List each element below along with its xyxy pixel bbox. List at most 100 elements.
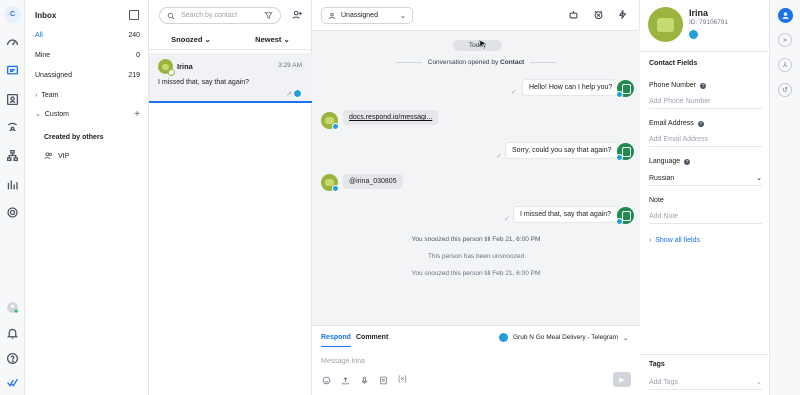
- tab-respond[interactable]: Respond: [321, 334, 351, 347]
- menu-item-mine[interactable]: Mine 0: [35, 48, 140, 62]
- merge-icon[interactable]: »: [778, 33, 792, 47]
- list-filters: Snoozed ⌄ Newest ⌄: [149, 30, 312, 50]
- workflow-icon[interactable]: ⅄: [778, 58, 792, 72]
- shortcuts-icon[interactable]: [617, 9, 628, 22]
- contact-avatar: [158, 59, 175, 76]
- search-box[interactable]: Search by contact: [159, 7, 281, 24]
- microphone-icon[interactable]: [360, 376, 369, 387]
- account-avatar[interactable]: C: [4, 6, 21, 23]
- contact-id: ID: 79106791: [689, 19, 729, 26]
- chat-header: Unassigned ⌄: [312, 0, 640, 31]
- message-thread: Today ➤ Conversation opened by Contact ✓…: [312, 31, 640, 325]
- help-icon[interactable]: ?: [684, 158, 691, 165]
- snippet-icon[interactable]: [379, 376, 388, 387]
- search-input[interactable]: Search by contact: [181, 12, 237, 19]
- telegram-icon: [332, 185, 339, 192]
- composer-toolbar: {×}: [322, 376, 407, 387]
- add-custom-icon[interactable]: +: [134, 109, 140, 120]
- help-icon[interactable]: ?: [700, 82, 707, 89]
- telegram-icon: [293, 89, 302, 98]
- note-field[interactable]: Add Note: [649, 209, 762, 224]
- language-select[interactable]: Russian ⌄: [649, 171, 762, 186]
- chat-icon[interactable]: [5, 63, 20, 78]
- send-button[interactable]: ▶: [613, 372, 631, 387]
- message-bubble-outgoing: I missed that, say that again?: [513, 206, 619, 223]
- menu-item-unassigned[interactable]: Unassigned 219: [35, 68, 140, 82]
- workflow-icon[interactable]: [5, 148, 20, 163]
- nav-rail: C: [0, 0, 25, 395]
- telegram-icon: [616, 154, 623, 161]
- chat-panel: Unassigned ⌄ Today ➤ Conversation opened…: [312, 0, 640, 395]
- chevron-down-icon: ⌄: [623, 334, 629, 342]
- right-rail: » ⅄ ↺: [770, 0, 800, 395]
- upload-icon[interactable]: [341, 376, 350, 387]
- contact-panel: Irina ID: 79106791 Contact Fields Phone …: [640, 0, 770, 395]
- user-icon: [329, 12, 335, 19]
- bell-icon[interactable]: [5, 326, 20, 341]
- assignee-dropdown[interactable]: Unassigned ⌄: [321, 7, 413, 24]
- settings-icon[interactable]: [5, 205, 20, 220]
- telegram-icon: [332, 123, 339, 130]
- channel-selector[interactable]: Grub N Go Meal Delivery - Telegram ⌄: [499, 333, 628, 342]
- add-contact-icon[interactable]: [292, 9, 303, 22]
- conversation-name: Irina: [177, 62, 193, 71]
- chevron-down-icon: ⌄: [35, 111, 41, 118]
- contact-card-icon[interactable]: [5, 92, 20, 107]
- menu-item-vip[interactable]: VIP: [44, 149, 140, 163]
- system-event: This person has been unsnoozed: [427, 253, 525, 260]
- conversation-time: 3:29 AM: [278, 62, 302, 69]
- variable-icon[interactable]: {×}: [398, 376, 407, 387]
- mouse-cursor-icon: ➤: [478, 38, 486, 48]
- conversation-item[interactable]: Irina 3:29 AM I missed that, say that ag…: [149, 53, 312, 103]
- phone-field[interactable]: Add Phone Number: [649, 94, 762, 109]
- status-filter-dropdown[interactable]: Snoozed ⌄: [171, 35, 211, 44]
- snooze-bot-icon[interactable]: [568, 9, 579, 22]
- conversation-opened-note: Conversation opened by Contact: [312, 59, 640, 66]
- chevron-down-icon: ⌄: [400, 12, 406, 20]
- dashboard-icon[interactable]: [5, 35, 20, 50]
- system-event: You snoozed this person till Feb 21, 6:0…: [411, 270, 541, 277]
- emoji-icon[interactable]: [322, 376, 331, 387]
- message-link[interactable]: docs.respond.io/messagi...: [343, 110, 439, 125]
- broadcast-icon[interactable]: [5, 120, 20, 135]
- contact-details-icon[interactable]: [778, 8, 793, 23]
- reports-icon[interactable]: [5, 177, 20, 192]
- help-icon[interactable]: [5, 351, 20, 366]
- brand-logo-icon: [5, 375, 20, 390]
- close-conversation-icon[interactable]: [593, 9, 604, 22]
- tab-comment[interactable]: Comment: [356, 334, 388, 341]
- chevron-down-icon: ⌄: [756, 175, 762, 182]
- delivered-check-icon: ✓: [504, 216, 510, 223]
- created-by-others-heading: Created by others: [44, 133, 104, 141]
- menu-item-custom[interactable]: ⌄ Custom +: [35, 107, 140, 121]
- filter-icon[interactable]: [264, 11, 273, 20]
- sort-dropdown[interactable]: Newest ⌄: [255, 35, 290, 44]
- snooze-badge-icon: [168, 69, 175, 76]
- telegram-icon: [616, 218, 623, 225]
- inbox-title: Inbox: [35, 11, 57, 20]
- collapse-panel-icon[interactable]: [129, 10, 139, 20]
- user-icon[interactable]: [5, 300, 20, 315]
- menu-item-team[interactable]: › Team: [35, 88, 140, 102]
- delivered-check-icon: ✓: [511, 89, 517, 96]
- telegram-icon: [616, 91, 623, 98]
- email-label: Email Address?: [649, 120, 704, 127]
- show-all-fields-link[interactable]: › Show all fields: [649, 237, 700, 244]
- history-icon[interactable]: ↺: [778, 83, 792, 97]
- system-event: You snoozed this person till Feb 21, 6:0…: [411, 236, 541, 243]
- menu-item-all[interactable]: All 240: [35, 28, 140, 42]
- contact-avatar-large: [648, 7, 683, 42]
- conversation-list: Search by contact Snoozed ⌄ Newest ⌄ Iri…: [149, 0, 312, 395]
- inbox-menu: Inbox All 240 Mine 0 Unassigned 219 › Te…: [25, 0, 149, 395]
- email-field[interactable]: Add Email Address: [649, 132, 762, 147]
- group-icon: [44, 151, 53, 162]
- phone-label: Phone Number?: [649, 82, 707, 89]
- chevron-down-icon: ⌄: [756, 379, 762, 386]
- message-input[interactable]: Message Irina: [321, 358, 365, 365]
- search-icon: [167, 12, 175, 19]
- tags-field[interactable]: Add Tags ⌄: [649, 375, 762, 390]
- telegram-icon: [689, 30, 698, 39]
- chevron-down-icon: ⌄: [283, 35, 290, 44]
- help-icon[interactable]: ?: [697, 120, 704, 127]
- chevron-right-icon: ›: [35, 91, 38, 99]
